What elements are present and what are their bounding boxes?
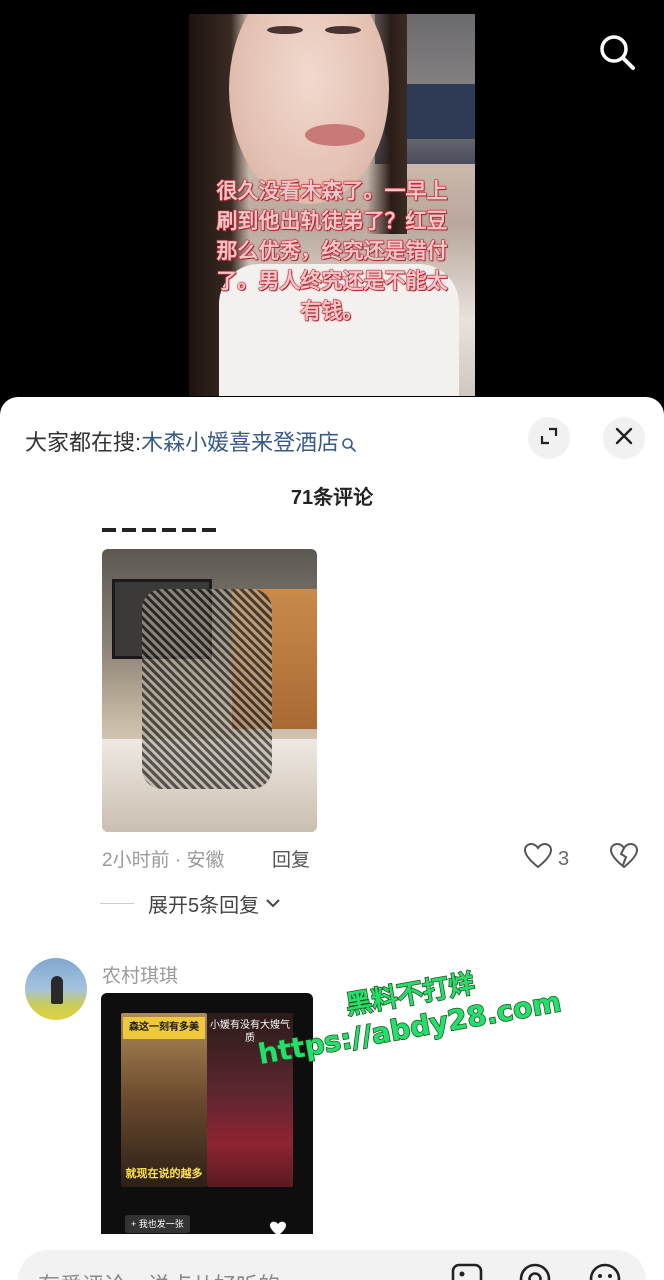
video-frame: 很久没看木森了。一早上 刷到他出轨徒弟了？红豆 那么优秀，终究还是错付 了。男人… [189,14,475,396]
comment-count-title: 71条评论 [290,487,374,509]
comment-time-location: 2小时前 · 安徽 [102,850,225,871]
expand-replies-label: 展开5条回复 [148,895,260,917]
eye-right [325,26,361,34]
emoji-icon[interactable] [588,1262,622,1280]
lips [305,124,365,146]
hot-search-bar[interactable]: 大家都在搜: 木森小媛喜来登酒店 [25,425,357,457]
close-icon [614,426,634,451]
like-count: 3 [558,847,570,870]
heart-icon [523,842,558,875]
video-caption: 很久没看木森了。一早上 刷到他出轨徒弟了？红豆 那么优秀，终究还是错付 了。男人… [216,179,448,324]
image-left-panel [121,1013,207,1187]
divider-line [100,903,134,904]
expand-button[interactable] [528,417,570,459]
expand-replies-button[interactable]: 展开5条回复 [100,889,281,918]
post-one-too-button[interactable]: + 我也发一张 [125,1215,190,1233]
hot-search-term[interactable]: 木森小媛喜来登酒店 [141,425,339,457]
hot-search-prefix: 大家都在搜: [25,430,142,455]
video-player[interactable]: 很久没看木森了。一早上 刷到他出轨徒弟了？红豆 那么优秀，终究还是错付 了。男人… [0,0,664,420]
image-pixelation [142,589,272,789]
search-icon[interactable] [597,32,637,72]
watermark: 黑料不打烊 https://abdy28.com [250,955,564,1072]
comment-sheet: 大家都在搜: 木森小媛喜来登酒店 71条评论 2小时前 · 安徽 回复 3 展开… [0,397,664,1280]
comment-input-placeholder[interactable]: 有爱评论，说点儿好听的 [38,1268,280,1280]
broken-heart-icon [609,842,639,874]
reply-button[interactable]: 回复 [272,845,310,872]
chevron-down-icon [265,892,281,915]
avatar-figure [51,976,63,1004]
avatar[interactable] [25,958,87,1020]
at-icon[interactable] [518,1262,552,1280]
truncated-comment-text [102,514,252,532]
image-banner-text: 森这一刻有多美 [123,1017,205,1039]
image-icon[interactable] [450,1262,484,1280]
comment-meta: 2小时前 · 安徽 回复 3 [102,842,642,875]
dislike-button[interactable] [609,842,639,875]
close-button[interactable] [603,417,645,459]
eye-left [267,26,303,34]
comment-image[interactable] [102,549,317,832]
image-bottom-text: 就现在说的越多 [125,1168,203,1180]
small-search-icon [341,433,357,452]
like-button[interactable]: 3 [523,842,570,875]
expand-icon [539,426,559,451]
comment-username[interactable]: 农村琪琪 [102,961,178,988]
comment-input-bar: 有爱评论，说点儿好听的 [0,1234,664,1280]
